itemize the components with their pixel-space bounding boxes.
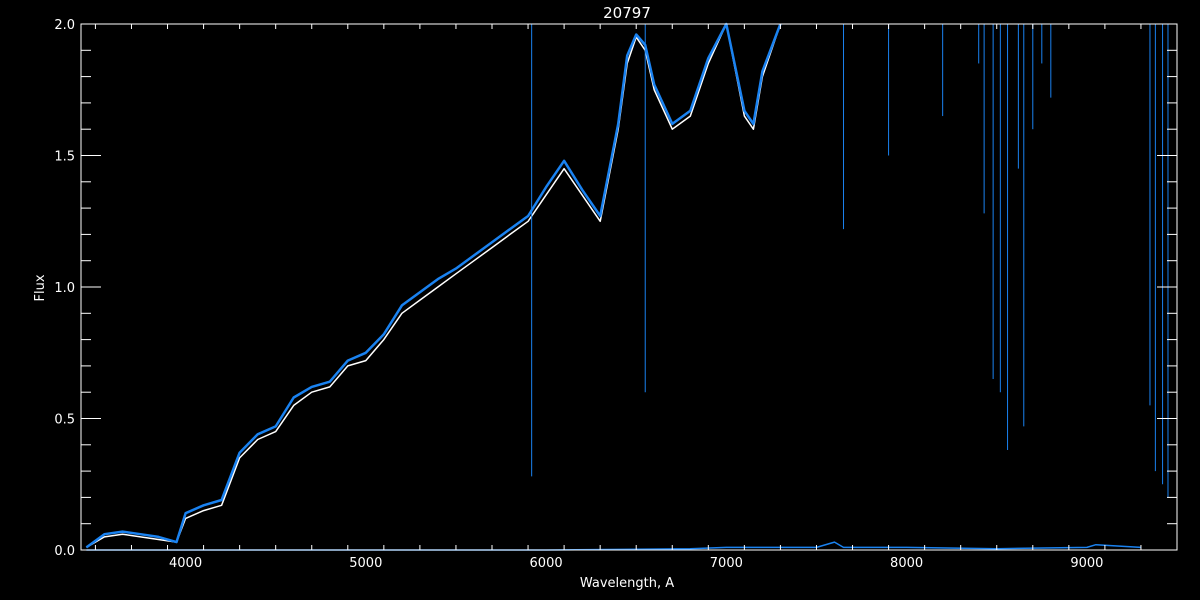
chart-background	[0, 0, 1200, 600]
x-axis-label: Wavelength, A	[580, 576, 674, 591]
spectrum-chart: 4000 5000 6000 7000 8000 90000.00.51.01.52.0 …	[0, 0, 1200, 600]
x-tick-label: 6000	[530, 556, 563, 571]
x-tick-label: 5000	[349, 556, 382, 571]
x-tick-label: 7000	[710, 556, 743, 571]
chart-title: 20797	[603, 4, 651, 22]
y-tick-label: 1.0	[54, 281, 75, 296]
y-axis-label: Flux	[33, 274, 48, 301]
y-tick-label: 0.5	[54, 413, 75, 428]
x-tick-label: 8000	[890, 556, 923, 571]
x-tick-label: 9000	[1070, 556, 1103, 571]
y-tick-label: 0.0	[54, 544, 75, 559]
x-tick-label: 4000	[169, 556, 202, 571]
y-tick-label: 1.5	[54, 150, 75, 165]
y-tick-label: 2.0	[54, 18, 75, 33]
